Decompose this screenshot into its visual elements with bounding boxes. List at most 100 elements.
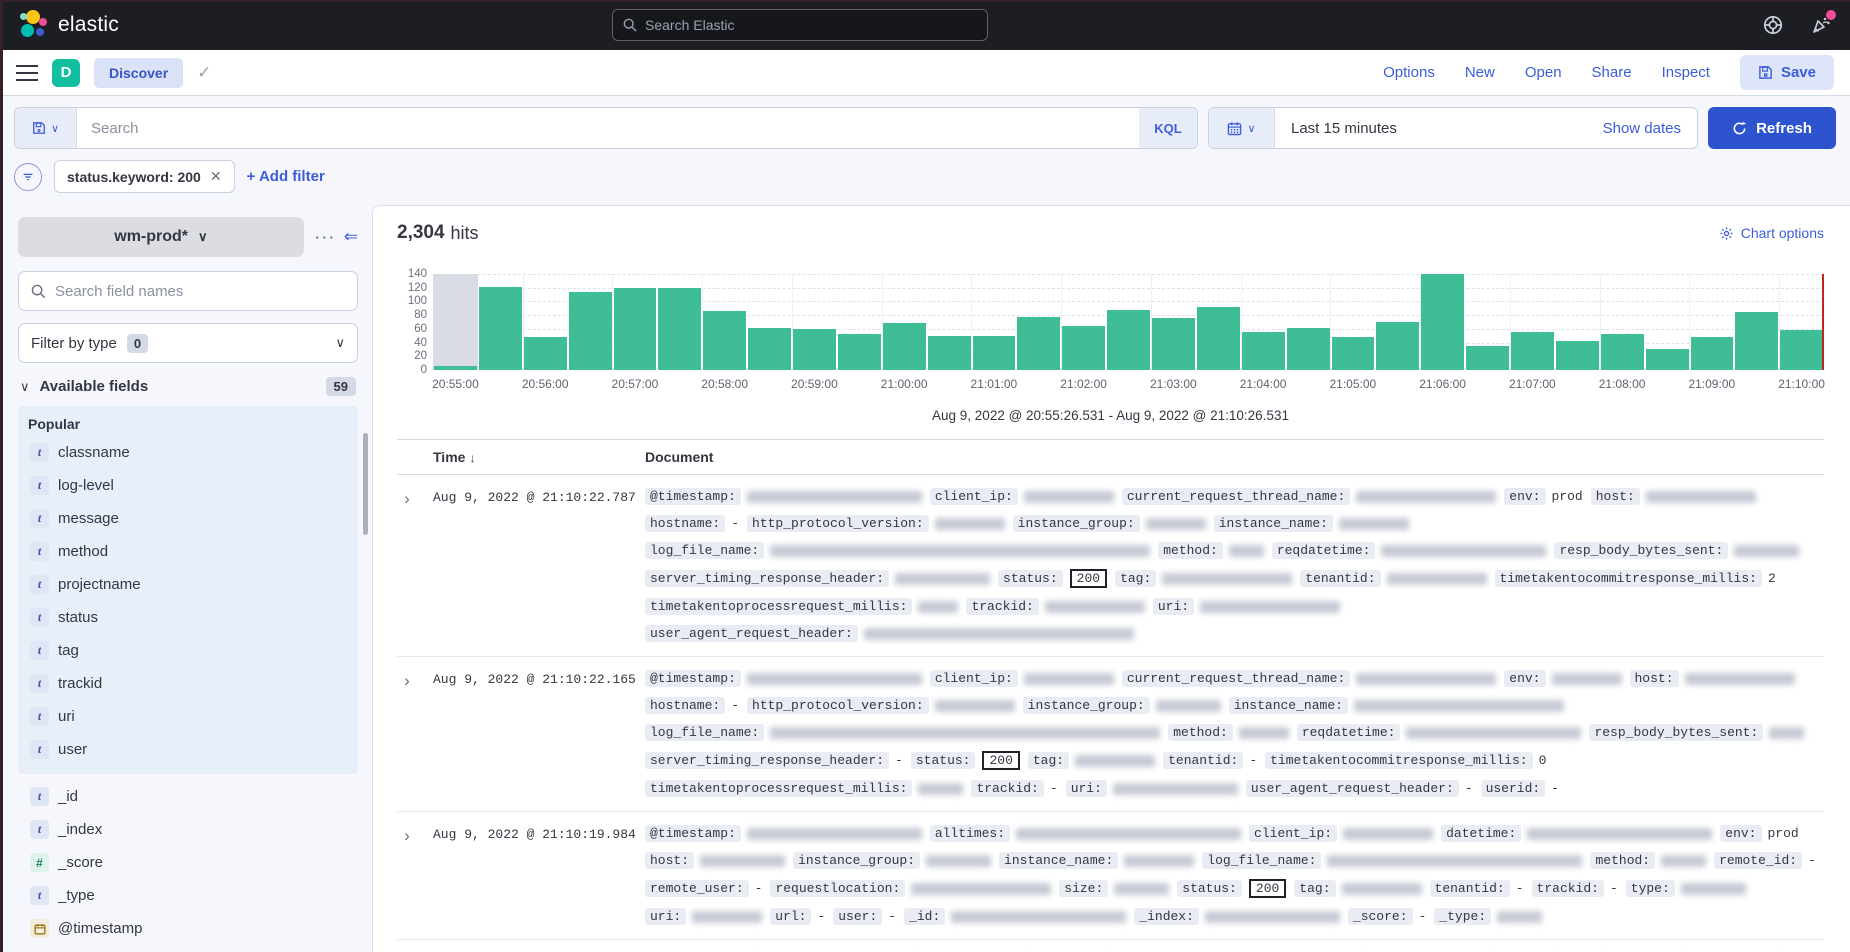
histogram-bar[interactable] <box>703 311 746 370</box>
field-item-classname[interactable]: tclassname <box>28 436 348 469</box>
field-item-message[interactable]: tmessage <box>28 502 348 535</box>
doc-field-timetakentoprocessrequest_millis[interactable]: timetakentoprocessrequest_millis: <box>645 780 963 797</box>
field-item-_score[interactable]: #_score <box>28 846 348 879</box>
open-button[interactable]: Open <box>1525 64 1562 81</box>
global-search-input[interactable]: Search Elastic <box>612 9 988 41</box>
histogram-bar[interactable] <box>1735 312 1778 370</box>
doc-field-tenantid[interactable]: tenantid:- <box>1430 880 1524 897</box>
remove-filter-icon[interactable]: ✕ <box>210 168 222 185</box>
histogram-bar[interactable] <box>614 288 657 370</box>
doc-field-tag[interactable]: tag: <box>1294 880 1421 897</box>
doc-field-status[interactable]: status:200 <box>1177 879 1286 898</box>
menu-icon[interactable] <box>16 65 38 81</box>
histogram-bar[interactable] <box>883 323 926 370</box>
doc-field-trackid[interactable]: trackid:- <box>1532 880 1618 897</box>
field-item-status[interactable]: tstatus <box>28 601 348 634</box>
field-item-method[interactable]: tmethod <box>28 535 348 568</box>
doc-field-requestlocation[interactable]: requestlocation: <box>770 880 1051 897</box>
histogram-bar[interactable] <box>1691 337 1734 370</box>
histogram-bar[interactable] <box>1601 334 1644 370</box>
doc-field-current_request_thread_name[interactable]: current_request_thread_name: <box>1122 488 1496 505</box>
doc-field-@timestamp[interactable]: @timestamp: <box>645 825 922 842</box>
histogram-bar[interactable] <box>479 287 522 370</box>
field-item-log-level[interactable]: tlog-level <box>28 469 348 502</box>
doc-field-timetakentoprocessrequest_millis[interactable]: timetakentoprocessrequest_millis: <box>645 598 958 615</box>
doc-field-instance_name[interactable]: instance_name: <box>1229 697 1564 714</box>
chart-options-button[interactable]: Chart options <box>1719 225 1824 241</box>
field-item-projectname[interactable]: tprojectname <box>28 568 348 601</box>
doc-field-tag[interactable]: tag: <box>1115 570 1292 587</box>
doc-field-resp_body_bytes_sent[interactable]: resp_body_bytes_sent: <box>1554 542 1799 559</box>
doc-field-instance_group[interactable]: instance_group: <box>793 852 991 869</box>
expand-row-icon[interactable]: › <box>397 488 417 642</box>
expand-row-icon[interactable]: › <box>397 825 417 925</box>
field-search-input[interactable] <box>55 283 345 300</box>
kql-language-button[interactable]: KQL <box>1139 108 1197 148</box>
doc-field-url[interactable]: url:- <box>770 908 825 925</box>
histogram-bar[interactable] <box>1421 274 1464 370</box>
doc-field-remote_user[interactable]: remote_user:- <box>645 880 762 897</box>
doc-field-tenantid[interactable]: tenantid:- <box>1163 752 1257 769</box>
add-filter-button[interactable]: + Add filter <box>247 168 325 185</box>
doc-field-log_file_name[interactable]: log_file_name: <box>1202 852 1582 869</box>
doc-field-uri[interactable]: uri: <box>645 908 762 925</box>
save-button[interactable]: Save <box>1740 55 1834 90</box>
doc-field-tenantid[interactable]: tenantid: <box>1300 570 1486 587</box>
histogram-bar[interactable] <box>569 292 612 370</box>
doc-field-_type[interactable]: _type: <box>1434 908 1542 925</box>
time-column-header[interactable]: Time↓ <box>433 449 645 465</box>
field-item-_type[interactable]: t_type <box>28 879 348 912</box>
doc-field-user_agent_request_header[interactable]: user_agent_request_header: <box>645 625 1134 642</box>
histogram-bar[interactable] <box>434 366 477 370</box>
histogram-bar[interactable] <box>1242 332 1285 370</box>
histogram-plot[interactable] <box>433 274 1824 370</box>
field-item-user[interactable]: tuser <box>28 733 348 766</box>
histogram-bar[interactable] <box>838 334 881 370</box>
histogram-bar[interactable] <box>658 288 701 370</box>
newsfeed-icon[interactable] <box>1810 14 1832 36</box>
field-item-@timestamp[interactable]: @timestamp <box>28 912 348 945</box>
field-options-icon[interactable]: ▪ ▪ ▪ <box>316 233 334 242</box>
histogram-bar[interactable] <box>1376 322 1419 370</box>
histogram-bar[interactable] <box>1017 317 1060 370</box>
histogram-bar[interactable] <box>1511 332 1554 370</box>
doc-field-_index[interactable]: _index: <box>1134 908 1340 925</box>
doc-field-host[interactable]: host: <box>645 852 785 869</box>
doc-field-instance_group[interactable]: instance_group: <box>1013 515 1206 532</box>
doc-field-client_ip[interactable]: client_ip: <box>1249 825 1433 842</box>
filter-pill-status-200[interactable]: status.keyword: 200 ✕ <box>54 160 235 193</box>
new-button[interactable]: New <box>1465 64 1495 81</box>
doc-field-host[interactable]: host: <box>1630 670 1795 687</box>
query-input[interactable] <box>77 108 1139 148</box>
share-button[interactable]: Share <box>1592 64 1632 81</box>
available-fields-accordion[interactable]: ∨ Available fields 59 <box>18 377 358 396</box>
histogram-bar[interactable] <box>973 336 1016 370</box>
doc-field-client_ip[interactable]: client_ip: <box>930 670 1114 687</box>
options-button[interactable]: Options <box>1383 64 1435 81</box>
doc-field-trackid[interactable]: trackid:- <box>971 780 1057 797</box>
doc-field-size[interactable]: size: <box>1059 880 1169 897</box>
time-range-value[interactable]: Last 15 minutes <box>1275 120 1603 137</box>
doc-field-timetakentocommitresponse_millis[interactable]: timetakentocommitresponse_millis:0 <box>1265 752 1546 769</box>
histogram-bar[interactable] <box>1287 328 1330 371</box>
saved-query-menu-button[interactable]: ∨ <box>15 108 77 148</box>
filter-by-type-button[interactable]: Filter by type 0 ∨ <box>18 323 358 363</box>
doc-field-datetime[interactable]: datetime: <box>1441 825 1712 842</box>
collapse-sidebar-icon[interactable]: ⇐ <box>344 227 358 247</box>
doc-field-env[interactable]: env:prod <box>1504 488 1582 505</box>
histogram-bar[interactable] <box>1646 349 1689 370</box>
doc-field-method[interactable]: method: <box>1158 542 1264 559</box>
histogram-bar[interactable] <box>928 336 971 370</box>
doc-field-instance_name[interactable]: instance_name: <box>1214 515 1409 532</box>
field-item-tag[interactable]: ttag <box>28 634 348 667</box>
histogram-bar[interactable] <box>1556 341 1599 370</box>
doc-field-current_request_thread_name[interactable]: current_request_thread_name: <box>1122 670 1496 687</box>
doc-field-server_timing_response_header[interactable]: server_timing_response_header:- <box>645 752 903 769</box>
doc-field-trackid[interactable]: trackid: <box>966 598 1144 615</box>
doc-field-user[interactable]: user:- <box>833 908 896 925</box>
histogram-bar[interactable] <box>524 337 567 370</box>
field-item-uri[interactable]: turi <box>28 700 348 733</box>
doc-field-@timestamp[interactable]: @timestamp: <box>645 670 922 687</box>
histogram-bar[interactable] <box>1062 326 1105 370</box>
doc-field-http_protocol_version[interactable]: http_protocol_version: <box>747 697 1015 714</box>
